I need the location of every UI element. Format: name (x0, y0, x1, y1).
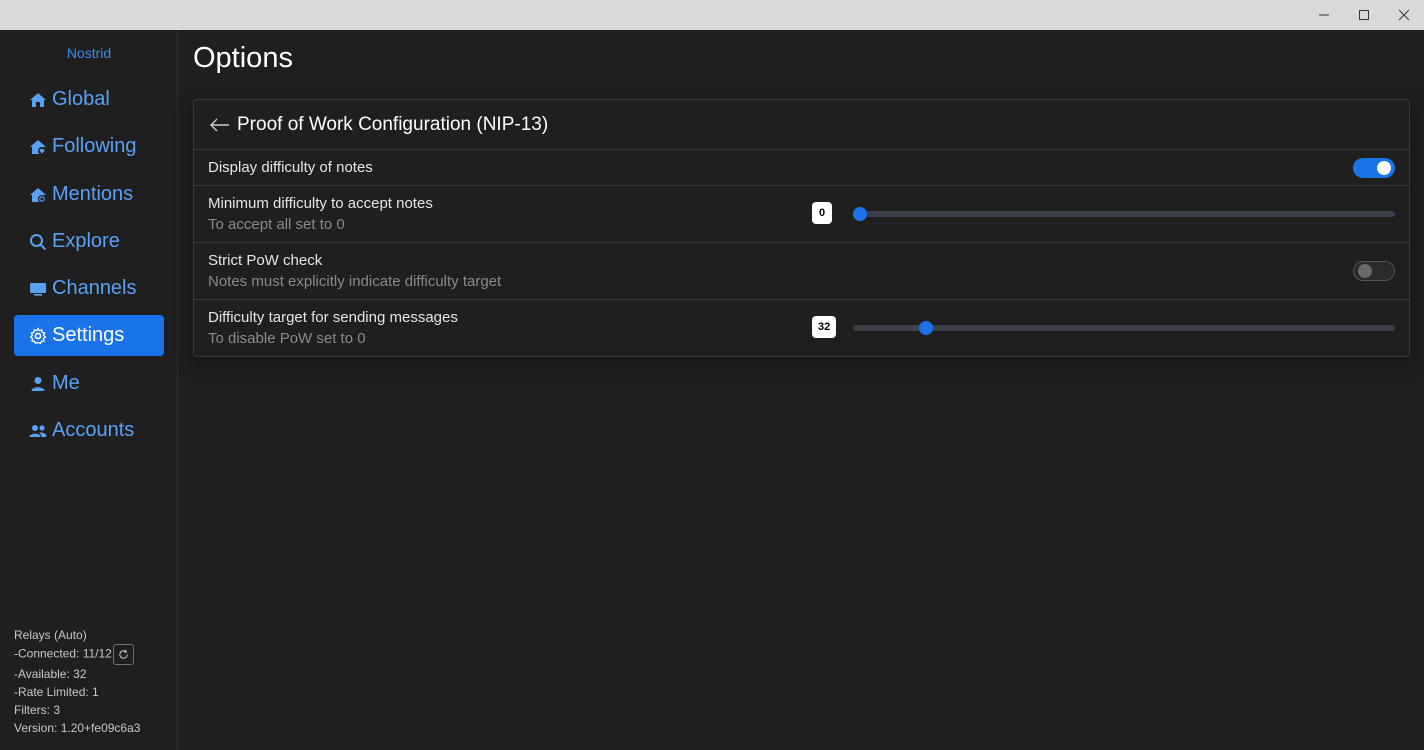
close-button[interactable] (1384, 0, 1424, 30)
sidebar-item-accounts[interactable]: Accounts (14, 410, 164, 451)
home-icon (28, 90, 48, 110)
page-title: Options (193, 42, 293, 74)
sidebar: Nostrid Global Following Mentions Explor… (0, 30, 178, 750)
sidebar-item-label: Channels (52, 277, 137, 299)
relays-connected-line: -Connected: 11/12 (14, 644, 140, 665)
app-version: Version: 1.20+fe09c6a3 (14, 721, 141, 735)
sidebar-item-me[interactable]: Me (14, 363, 164, 404)
strict-pow-toggle[interactable] (1353, 261, 1395, 281)
target-difficulty-slider[interactable] (853, 321, 1395, 335)
setting-row-strict-pow: Strict PoW check Notes must explicitly i… (194, 243, 1409, 300)
setting-label: Minimum difficulty to accept notes (208, 195, 433, 212)
min-difficulty-slider[interactable] (853, 207, 1395, 221)
search-icon (28, 232, 48, 252)
home-at-icon (28, 185, 48, 205)
sidebar-item-label: Accounts (52, 419, 135, 441)
sidebar-item-explore[interactable]: Explore (14, 221, 164, 262)
setting-hint: Notes must explicitly indicate difficult… (208, 273, 502, 290)
display-difficulty-toggle[interactable] (1353, 158, 1395, 178)
setting-row-min-difficulty: Minimum difficulty to accept notes To ac… (194, 186, 1409, 243)
minimize-button[interactable] (1304, 0, 1344, 30)
setting-label: Display difficulty of notes (208, 159, 373, 176)
pow-config-panel: Proof of Work Configuration (NIP-13) Dis… (193, 99, 1410, 357)
back-button[interactable] (208, 113, 232, 137)
setting-label: Difficulty target for sending messages (208, 309, 458, 326)
filters-count: Filters: 3 (14, 703, 61, 717)
window-titlebar (0, 0, 1424, 30)
maximize-button[interactable] (1344, 0, 1384, 30)
slider-thumb[interactable] (853, 207, 867, 221)
slider-value-badge: 0 (812, 202, 832, 224)
setting-hint: To disable PoW set to 0 (208, 330, 366, 347)
arrow-left-icon (210, 118, 229, 131)
slider-value-badge: 32 (812, 316, 837, 338)
refresh-icon (119, 649, 128, 659)
setting-hint: To accept all set to 0 (208, 216, 345, 233)
relays-connected: -Connected: 11/12 (14, 646, 112, 661)
app-brand[interactable]: Nostrid (0, 45, 178, 61)
sidebar-item-global[interactable]: Global (14, 79, 164, 120)
sidebar-item-channels[interactable]: Channels (14, 268, 164, 309)
relays-mode: Relays (Auto) (14, 628, 87, 642)
relays-available: -Available: 32 (14, 667, 87, 681)
setting-label: Strict PoW check (208, 252, 323, 269)
relay-status: Relays (Auto) -Connected: 11/12 -Availab… (14, 626, 140, 737)
panel-title: Proof of Work Configuration (NIP-13) (237, 113, 549, 135)
user-icon (28, 374, 48, 394)
setting-row-display-difficulty: Display difficulty of notes (194, 150, 1409, 186)
toggle-knob (1358, 264, 1372, 278)
setting-row-target-difficulty: Difficulty target for sending messages T… (194, 300, 1409, 357)
panel-header: Proof of Work Configuration (NIP-13) (194, 100, 1409, 150)
sidebar-item-following[interactable]: Following (14, 126, 164, 167)
minimize-icon (1319, 14, 1329, 16)
toggle-knob (1377, 161, 1391, 175)
sidebar-item-label: Mentions (52, 183, 134, 205)
sidebar-item-label: Settings (52, 324, 125, 346)
sidebar-item-label: Explore (52, 230, 120, 252)
sidebar-item-label: Global (52, 88, 110, 110)
users-icon (28, 421, 48, 441)
sidebar-item-settings[interactable]: Settings (14, 315, 164, 356)
home-heart-icon (28, 137, 48, 157)
sidebar-item-label: Following (52, 135, 137, 157)
slider-thumb[interactable] (919, 321, 933, 335)
close-icon (1398, 9, 1410, 21)
gear-icon (28, 326, 48, 346)
maximize-icon (1359, 10, 1369, 20)
sidebar-item-label: Me (52, 372, 80, 394)
sidebar-item-mentions[interactable]: Mentions (14, 174, 164, 215)
monitor-icon (28, 279, 48, 299)
refresh-relays-button[interactable] (112, 644, 134, 665)
relays-rate-limited: -Rate Limited: 1 (14, 685, 99, 699)
